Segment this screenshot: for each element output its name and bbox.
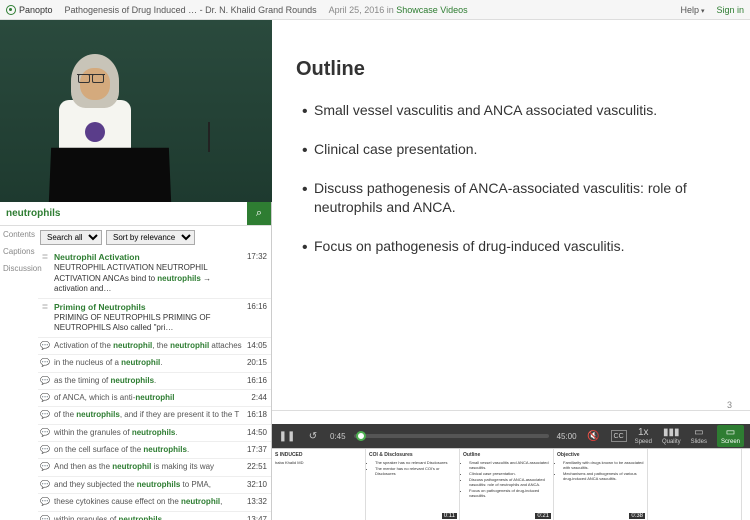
filter-row: Search all Sort by relevance	[38, 226, 271, 249]
current-time: 0:45	[330, 432, 346, 441]
tab-discussion[interactable]: Discussion	[0, 264, 38, 273]
search-row: ⌕	[0, 202, 271, 226]
thumbnail[interactable]: OutlineSmall vessel vasculitis and ANCA …	[460, 449, 554, 520]
slide-bullet: Small vessel vasculitis and ANCA associa…	[296, 101, 726, 120]
search-button[interactable]: ⌕	[247, 202, 271, 225]
slide-title: Outline	[296, 58, 726, 81]
slide-bullets: Small vessel vasculitis and ANCA associa…	[296, 101, 726, 255]
tab-contents[interactable]: Contents	[0, 230, 38, 239]
slide-bullet: Discuss pathogenesis of ANCA-associated …	[296, 179, 726, 217]
top-result[interactable]: ≣Priming of NeutrophilsPRIMING OF NEUTRO…	[38, 299, 271, 338]
thumbnail[interactable]: ObjectiveFamiliarity with drugs known to…	[554, 449, 648, 520]
caption-icon: 💬	[40, 462, 50, 472]
screen-control[interactable]: ▭Screen	[717, 425, 744, 447]
search-result[interactable]: 💬and they subjected the neutrophils to P…	[38, 477, 271, 494]
caption-icon: 💬	[40, 480, 50, 490]
search-result[interactable]: 💬Activation of the neutrophil, the neutr…	[38, 338, 271, 355]
total-time: 45:00	[557, 432, 577, 441]
caption-icon: 💬	[40, 515, 50, 520]
sort-select[interactable]: Sort by relevance	[106, 230, 195, 245]
slide-icon: ≣	[40, 252, 50, 295]
search-result[interactable]: 💬on the cell surface of the neutrophils.…	[38, 442, 271, 459]
right-panel: Outline Small vessel vasculitis and ANCA…	[272, 20, 750, 520]
help-menu[interactable]: Help	[680, 5, 704, 15]
caption-icon: 💬	[40, 410, 50, 420]
caption-icon: 💬	[40, 393, 50, 403]
slide-bullet: Focus on pathogenesis of drug-induced va…	[296, 237, 726, 256]
caption-icon: 💬	[40, 376, 50, 386]
slides-control[interactable]: ▭Slides	[691, 427, 707, 445]
caption-icon: 💬	[40, 428, 50, 438]
recording-date: April 25, 2016 in Showcase Videos	[329, 5, 468, 15]
bars-icon: ▮▮▮	[663, 427, 680, 438]
search-result[interactable]: 💬of ANCA, which is anti-neutrophil2:44	[38, 390, 271, 407]
screen-icon: ▭	[726, 427, 735, 438]
search-icon: ⌕	[256, 207, 262, 220]
caption-icon: 💬	[40, 341, 50, 351]
search-results[interactable]: ≣Neutrophil ActivationNEUTROPHIL ACTIVAT…	[38, 249, 271, 520]
speaker-video[interactable]	[0, 20, 272, 202]
panopto-icon	[6, 5, 16, 15]
search-result[interactable]: 💬as the timing of neutrophils.16:16	[38, 373, 271, 390]
search-input[interactable]	[0, 202, 247, 225]
signin-link[interactable]: Sign in	[716, 5, 744, 15]
caption-icon: 💬	[40, 358, 50, 368]
main-area: ⌕ Contents Captions Discussion Search al…	[0, 20, 750, 520]
seek-thumb[interactable]	[356, 431, 366, 441]
thumbnail[interactable]: S INDUCEDhaba Khalid MD	[272, 449, 366, 520]
search-result[interactable]: 💬within granules of neutrophils.13:47	[38, 512, 271, 520]
slide-thumbnails[interactable]: S INDUCEDhaba Khalid MDCOI & Disclosures…	[272, 448, 750, 520]
search-result[interactable]: 💬these cytokines cause effect on the neu…	[38, 494, 271, 511]
cc-button[interactable]: CC	[611, 430, 627, 442]
thumbnail[interactable]	[648, 449, 742, 520]
left-panel: ⌕ Contents Captions Discussion Search al…	[0, 20, 272, 520]
caption-icon: 💬	[40, 497, 50, 507]
tab-captions[interactable]: Captions	[0, 247, 38, 256]
player-controls: ❚❚ ↺ 0:45 45:00 🔇 CC 1xSpeed ▮▮▮Quality …	[272, 424, 750, 448]
pause-button[interactable]: ❚❚	[278, 427, 296, 445]
top-result[interactable]: ≣Neutrophil ActivationNEUTROPHIL ACTIVAT…	[38, 249, 271, 299]
showcase-link[interactable]: Showcase Videos	[396, 5, 467, 15]
volume-button[interactable]: 🔇	[585, 427, 603, 445]
quality-control[interactable]: ▮▮▮Quality	[662, 427, 681, 445]
slides-icon: ▭	[694, 427, 703, 438]
search-result[interactable]: 💬within the granules of neutrophils.14:5…	[38, 425, 271, 442]
side-tabs: Contents Captions Discussion	[0, 226, 38, 520]
brand-text: Panopto	[19, 5, 53, 15]
slide-icon: ≣	[40, 302, 50, 334]
search-result[interactable]: 💬in the nucleus of a neutrophil.20:15	[38, 355, 271, 372]
thumbnail[interactable]: COI & DisclosuresThe speaker has no rele…	[366, 449, 460, 520]
slide-number: 3	[727, 400, 732, 410]
slide-view[interactable]: Outline Small vessel vasculitis and ANCA…	[272, 20, 750, 424]
slide-bullet: Clinical case presentation.	[296, 140, 726, 159]
brand-logo[interactable]: Panopto	[6, 5, 53, 15]
caption-icon: 💬	[40, 445, 50, 455]
search-scope-select[interactable]: Search all	[40, 230, 102, 245]
speed-control[interactable]: 1xSpeed	[635, 427, 652, 445]
search-result[interactable]: 💬And then as the neutrophil is making it…	[38, 459, 271, 476]
page-title: Pathogenesis of Drug Induced … - Dr. N. …	[65, 5, 317, 15]
back10-button[interactable]: ↺	[304, 427, 322, 445]
seek-bar[interactable]	[354, 434, 549, 438]
header-bar: Panopto Pathogenesis of Drug Induced … -…	[0, 0, 750, 20]
search-result[interactable]: 💬of the neutrophils, and if they are pre…	[38, 407, 271, 424]
